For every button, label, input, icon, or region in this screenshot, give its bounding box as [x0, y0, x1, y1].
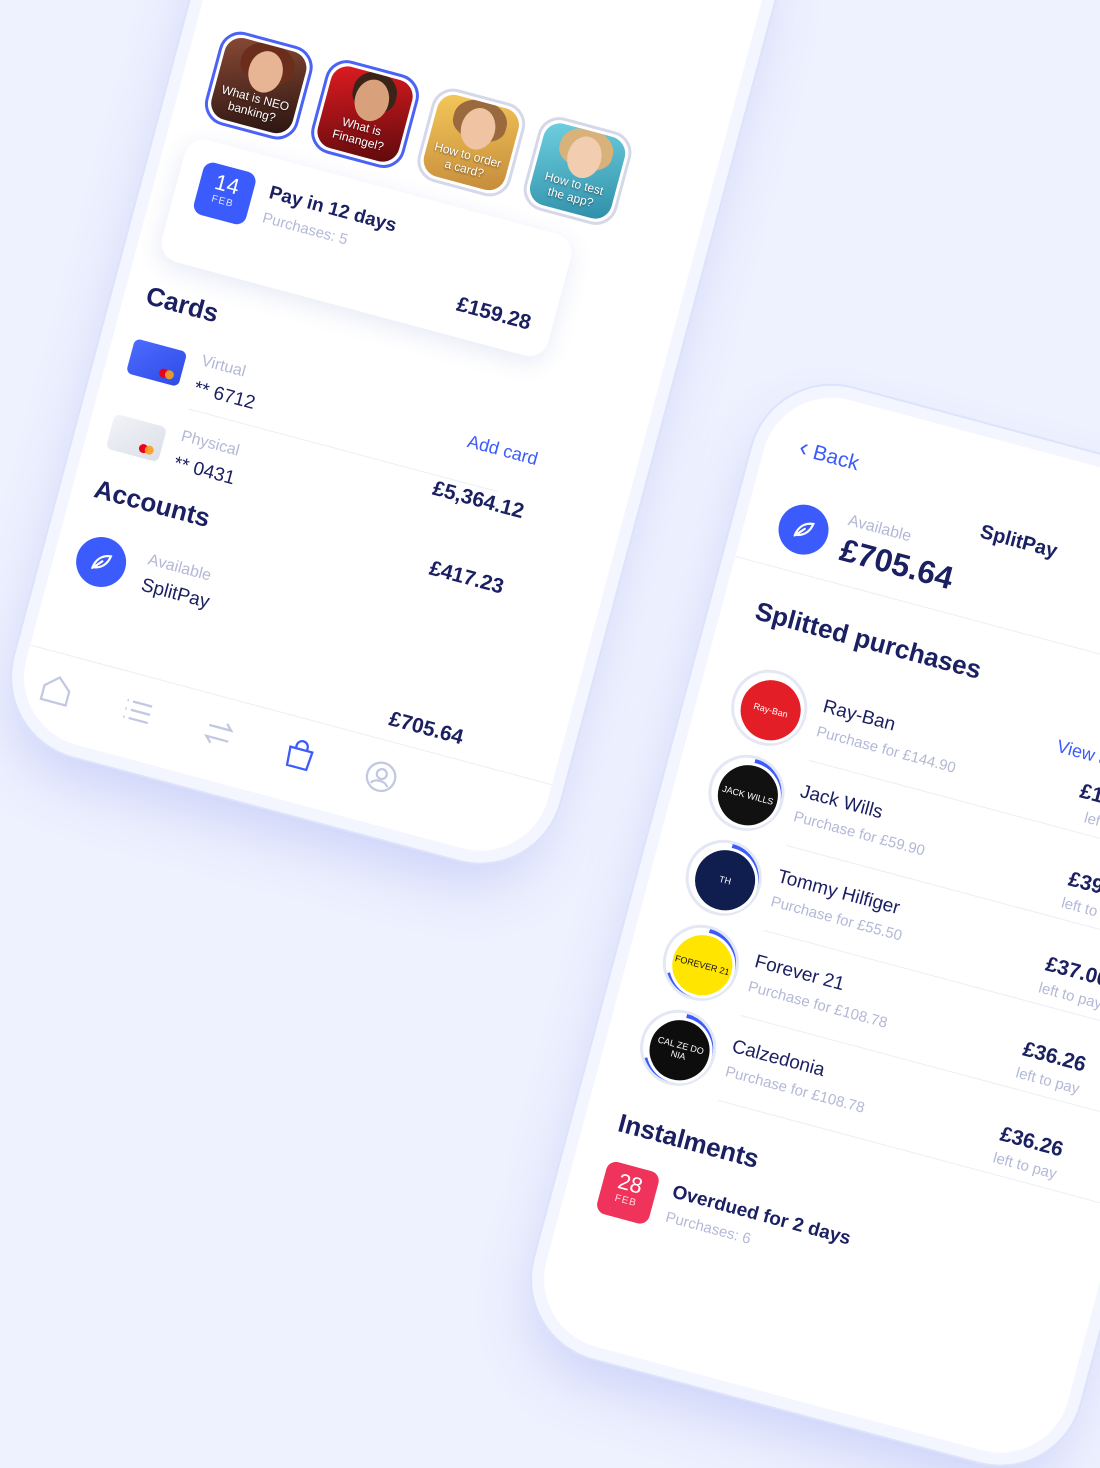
chevron-left-icon: ‹ [796, 431, 813, 463]
virtual-card-icon [125, 338, 188, 387]
list-icon[interactable] [117, 691, 159, 733]
accounts-heading: Accounts [91, 473, 214, 534]
story-image: What is Finangel? [313, 62, 417, 166]
story-neo-banking[interactable]: What is NEO banking? [200, 26, 318, 145]
payment-amount: £159.28 [454, 292, 534, 335]
cards-heading: Cards [142, 280, 222, 329]
profile-icon[interactable] [360, 756, 402, 798]
story-test-app[interactable]: How to test the app? [518, 112, 637, 230]
calendar-badge: 14 FEB [191, 160, 258, 227]
splitpay-logo [70, 531, 132, 593]
transfer-icon[interactable] [198, 712, 240, 754]
story-finangel[interactable]: What is Finangel? [306, 55, 424, 173]
bag-icon[interactable] [279, 734, 321, 776]
card-number: ** 6712 [191, 377, 258, 414]
card-balance: £417.23 [426, 556, 507, 599]
story-image: How to order a card? [419, 91, 523, 194]
card-type-label: Virtual [199, 352, 248, 381]
home-icon[interactable] [36, 669, 78, 711]
story-image: What is NEO banking? [207, 34, 311, 138]
story-order-card[interactable]: How to order a card? [412, 83, 531, 202]
phone-home-screen: What is NEO banking? What is Finangel? H… [8, 0, 784, 867]
back-label: Back [810, 440, 862, 476]
splitpay-logo [772, 498, 835, 561]
back-button[interactable]: ‹ Back [796, 431, 863, 477]
story-image: How to test the app? [526, 119, 629, 223]
add-card-button[interactable]: Add card [465, 431, 540, 470]
card-number: ** 0431 [171, 452, 238, 490]
physical-card-icon [105, 413, 168, 463]
card-balance: £5,364.12 [430, 476, 527, 524]
instalment-calendar-badge: 28 FEB [594, 1159, 661, 1226]
